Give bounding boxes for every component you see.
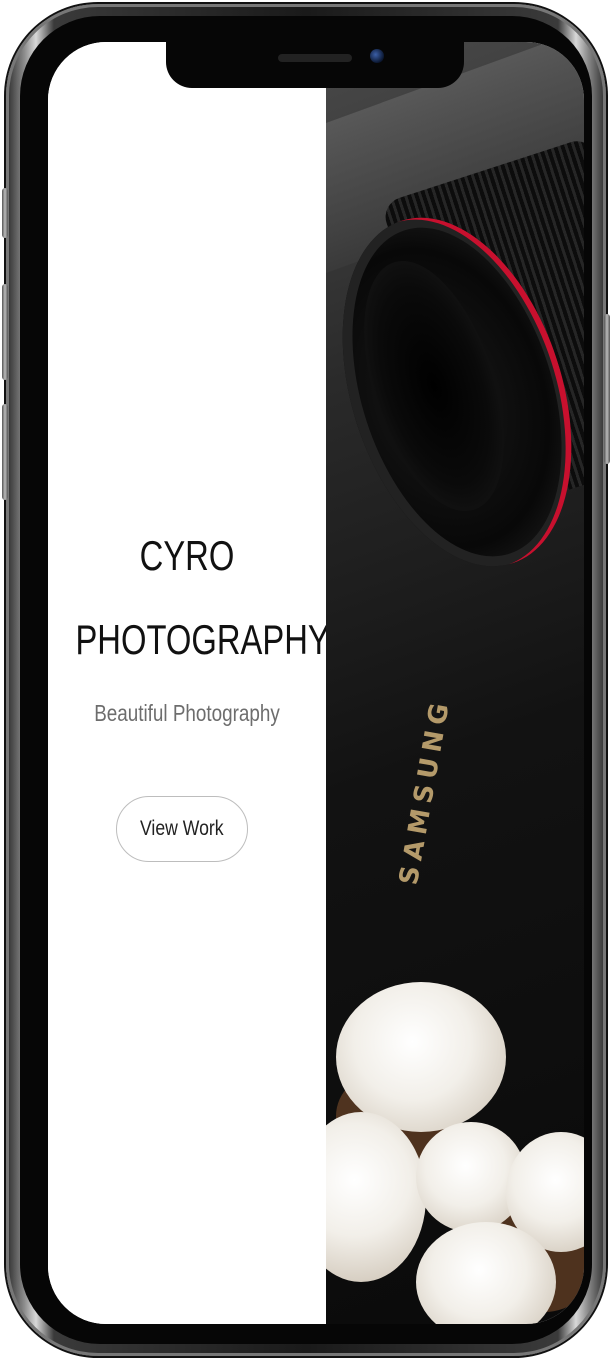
view-work-button-label: View Work bbox=[140, 817, 224, 840]
mute-switch bbox=[2, 188, 8, 238]
page-title-line-2: PHOTOGRAPHY bbox=[75, 616, 330, 663]
view-work-button[interactable]: View Work bbox=[116, 796, 248, 862]
volume-up-button bbox=[2, 284, 8, 380]
cotton-flower bbox=[336, 982, 506, 1132]
front-camera-icon bbox=[370, 49, 384, 63]
speaker-grille bbox=[278, 54, 352, 62]
volume-down-button bbox=[2, 404, 8, 500]
phone-notch bbox=[166, 42, 464, 88]
power-button bbox=[604, 314, 610, 464]
phone-mockup: CYRO PHOTOGRAPHY Beautiful Photography V… bbox=[2, 4, 610, 1356]
phone-screen: CYRO PHOTOGRAPHY Beautiful Photography V… bbox=[48, 42, 584, 1324]
hero-image: SAMSUNG bbox=[326, 42, 584, 1324]
page-subtitle: Beautiful Photography bbox=[94, 700, 280, 726]
hero-left-panel: CYRO PHOTOGRAPHY Beautiful Photography V… bbox=[48, 42, 330, 1324]
hero-text-block: CYRO PHOTOGRAPHY Beautiful Photography V… bbox=[48, 42, 330, 1324]
brand-text: SAMSUNG bbox=[394, 695, 457, 888]
page-title-line-1: CYRO bbox=[139, 532, 235, 579]
